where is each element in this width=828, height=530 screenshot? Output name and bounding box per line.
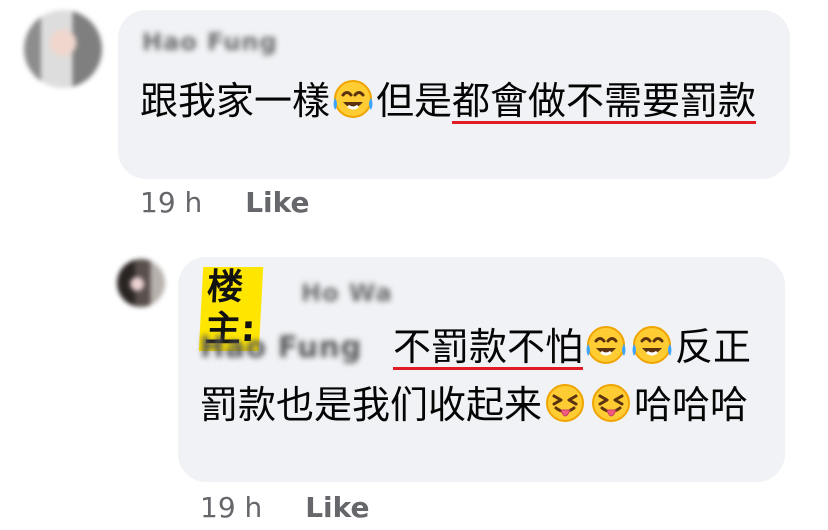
comment-author-name[interactable]: Hao Fung [142, 28, 278, 56]
comment-actions: 19 h Like [140, 186, 310, 220]
tears-of-joy-emoji-icon [632, 326, 672, 364]
underlined-reply-text: 不罰款不怕 [393, 325, 584, 369]
reply-text: Hao Fung 不罰款不怕 反正罰款也是我们收起来 哈哈哈 [200, 318, 770, 434]
tears-of-joy-emoji-icon [333, 80, 373, 118]
squinting-tongue-emoji-icon [592, 384, 631, 422]
like-button[interactable]: Like [245, 186, 309, 219]
avatar[interactable] [24, 10, 102, 88]
avatar[interactable] [117, 259, 165, 307]
reply-author-name[interactable]: Ho Wa [301, 279, 393, 307]
comment-text: 跟我家一樣 但是都會做不需要罰款 [140, 72, 770, 130]
tears-of-joy-emoji-icon [586, 326, 626, 364]
reply-timestamp[interactable]: 19 h [200, 491, 262, 524]
like-button[interactable]: Like [305, 491, 369, 524]
comment-timestamp[interactable]: 19 h [140, 186, 202, 219]
reply-actions: 19 h Like [200, 491, 370, 525]
comment-text-start: 跟我家一樣 [140, 79, 331, 123]
squinting-tongue-emoji-icon [546, 384, 585, 422]
mentioned-user[interactable]: Hao Fung [200, 318, 390, 376]
comment-text-middle: 但是 [376, 79, 453, 123]
reply-text-end: 哈哈哈 [634, 383, 749, 427]
underlined-comment-text: 都會做不需要罰款 [452, 79, 757, 123]
